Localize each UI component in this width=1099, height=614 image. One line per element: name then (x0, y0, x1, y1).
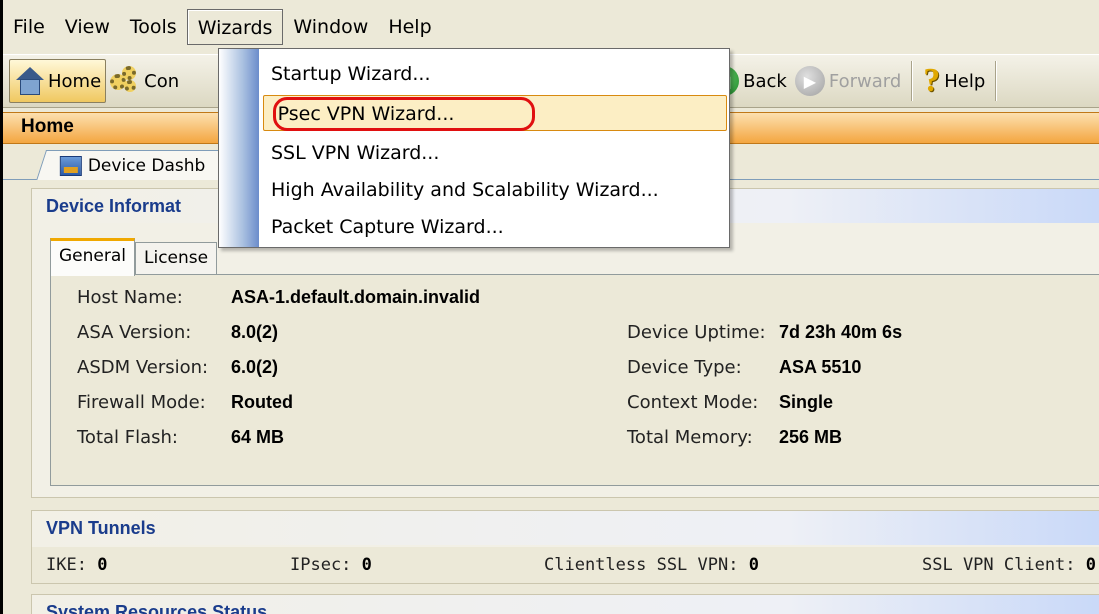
help-button[interactable]: ? Help (919, 59, 989, 103)
tab-device-dashboard-label: Device Dashb (87, 156, 206, 176)
device-uptime-label: Device Uptime: (627, 322, 766, 343)
host-name-label: Host Name: (77, 287, 183, 308)
device-type-label: Device Type: (627, 357, 742, 378)
menu-view[interactable]: View (55, 9, 120, 45)
host-name-row: Host Name: ASA-1.default.domain.invalid (77, 287, 480, 308)
context-mode-value: Single (779, 392, 834, 412)
asa-version-value: 8.0(2) (231, 322, 279, 342)
system-resources-panel: System Resources Status (31, 594, 1099, 614)
clientless-ssl-vpn-label: Clientless SSL VPN: (544, 555, 739, 575)
device-type-value: ASA 5510 (779, 357, 862, 377)
home-button-label: Home (48, 70, 102, 92)
help-button-label: Help (944, 70, 986, 92)
system-resources-title: System Resources Status (32, 595, 1099, 614)
menu-tools[interactable]: Tools (120, 9, 187, 45)
firewall-mode-label: Firewall Mode: (77, 392, 206, 413)
asdm-version-label: ASDM Version: (77, 357, 209, 378)
asdm-version-value: 6.0(2) (231, 357, 279, 377)
context-mode-label: Context Mode: (627, 392, 759, 413)
asa-version-row: ASA Version: 8.0(2) (77, 322, 278, 343)
menu-file[interactable]: File (3, 9, 55, 45)
menu-item-ipsec-vpn-wizard-label: IPsec VPN Wizard... (272, 103, 455, 125)
wizards-menu-dropdown: Startup Wizard... IPsec VPN Wizard... SS… (218, 48, 730, 248)
menu-item-startup-wizard[interactable]: Startup Wizard... (263, 56, 727, 92)
firewall-mode-value: Routed (231, 392, 293, 412)
ike-count: IKE: 0 (46, 555, 107, 575)
tab-general[interactable]: General (50, 238, 135, 276)
total-memory-label: Total Memory: (627, 427, 753, 448)
menu-item-high-availability-wizard[interactable]: High Availability and Scalability Wizard… (263, 172, 727, 208)
ike-value: 0 (97, 555, 108, 575)
device-type-row: Device Type: ASA 5510 (627, 357, 861, 378)
clientless-ssl-vpn-count: Clientless SSL VPN: 0 (544, 555, 759, 575)
back-button-label: Back (743, 70, 787, 92)
menu-help[interactable]: Help (378, 9, 441, 45)
menu-item-ssl-vpn-wizard[interactable]: SSL VPN Wizard... (263, 135, 727, 171)
configuration-button[interactable]: Con (106, 59, 183, 103)
total-memory-value: 256 MB (779, 427, 843, 447)
device-info-general-body: Host Name: ASA-1.default.domain.invalid … (50, 274, 1099, 486)
total-flash-value: 64 MB (231, 427, 285, 447)
forward-button[interactable]: ▶ Forward (791, 59, 905, 103)
toolbar-separator (995, 61, 998, 101)
context-mode-row: Context Mode: Single (627, 392, 833, 413)
ipsec-count: IPsec: 0 (290, 555, 372, 575)
host-name-value: ASA-1.default.domain.invalid (231, 287, 481, 307)
firewall-mode-row: Firewall Mode: Routed (77, 392, 293, 413)
vpn-tunnels-panel: VPN Tunnels IKE: 0 IPsec: 0 Clientless S… (31, 510, 1099, 584)
forward-arrow-icon: ▶ (794, 66, 825, 96)
home-button[interactable]: Home (9, 59, 107, 103)
ike-label: IKE: (46, 555, 87, 575)
ssl-vpn-client-count: SSL VPN Client: 0 (922, 555, 1096, 575)
vpn-tunnels-row: IKE: 0 IPsec: 0 Clientless SSL VPN: 0 SS… (32, 547, 1099, 583)
dashboard-icon (59, 156, 82, 176)
forward-button-label: Forward (828, 70, 902, 92)
total-flash-row: Total Flash: 64 MB (77, 427, 284, 448)
menu-item-packet-capture-wizard[interactable]: Packet Capture Wizard... (263, 209, 727, 245)
ssl-vpn-client-value: 0 (1085, 555, 1097, 575)
tab-license[interactable]: License (135, 242, 218, 274)
menu-item-ipsec-vpn-wizard[interactable]: IPsec VPN Wizard... (263, 95, 727, 131)
ipsec-label: IPsec: (290, 555, 352, 575)
configuration-button-label: Con (144, 70, 180, 92)
ipsec-value: 0 (361, 555, 372, 575)
menu-gutter (219, 49, 259, 247)
asdm-version-row: ASDM Version: 6.0(2) (77, 357, 278, 378)
app-window: File View Tools Wizards Window Help Home… (0, 0, 1099, 614)
menu-window[interactable]: Window (283, 9, 378, 45)
toolbar-separator (911, 61, 914, 101)
page-title: Home (21, 116, 74, 137)
menu-bar: File View Tools Wizards Window Help (3, 0, 1099, 54)
vpn-tunnels-title: VPN Tunnels (32, 511, 1099, 545)
clientless-ssl-vpn-value: 0 (748, 555, 759, 575)
device-uptime-row: Device Uptime: 7d 23h 40m 6s (627, 322, 902, 343)
menu-wizards[interactable]: Wizards (186, 9, 284, 45)
question-mark-icon: ? (923, 62, 941, 99)
total-memory-row: Total Memory: 256 MB (627, 427, 842, 448)
device-uptime-value: 7d 23h 40m 6s (779, 322, 903, 342)
device-info-tabs: General License (50, 238, 218, 276)
gears-icon (110, 66, 140, 96)
asa-version-label: ASA Version: (77, 322, 192, 343)
home-icon (14, 67, 44, 95)
total-flash-label: Total Flash: (77, 427, 178, 448)
ssl-vpn-client-label: SSL VPN Client: (922, 555, 1076, 575)
